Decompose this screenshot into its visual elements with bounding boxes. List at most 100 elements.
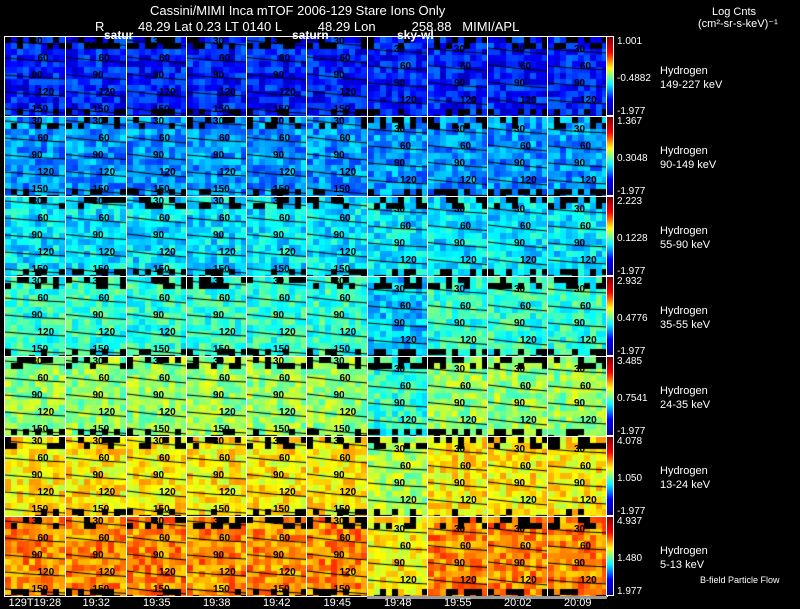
contour-label: 90 (394, 238, 406, 249)
contour-label: 30 (273, 516, 285, 527)
contour-label: 60 (279, 53, 291, 64)
energy-range-label: 90-149 keV (660, 159, 717, 171)
contour-label: 60 (98, 53, 110, 64)
contour-label: 30 (213, 356, 225, 367)
contour-label: 90 (333, 550, 345, 561)
heatmap-panel: 30 60 90 120 150 (186, 436, 247, 517)
heatmap-panel: 30 60 90 120 150 (4, 356, 66, 437)
contour-label: 60 (98, 533, 110, 544)
contour-label: 90 (213, 390, 225, 401)
contour-label: 90 (273, 550, 285, 561)
contour-label: 150 (273, 424, 290, 435)
contour-label: 30 (574, 524, 586, 535)
contour-label: 30 (31, 356, 43, 367)
contour-label: 60 (520, 541, 532, 552)
contour-label: 30 (394, 364, 406, 375)
contour-label: 120 (98, 407, 116, 418)
contour-label: 120 (460, 95, 477, 106)
contour-label: 30 (454, 204, 466, 215)
contour-label: 60 (339, 293, 351, 304)
colorbar-max-label: 3.485 (617, 356, 643, 367)
contour-label: 30 (273, 196, 285, 207)
contour-label: 30 (273, 436, 285, 447)
contour-label: 90 (574, 478, 586, 489)
contour-label: 90 (514, 318, 526, 329)
heatmap-panel: 30 60 90 120 (367, 116, 428, 197)
contour-label: 90 (92, 70, 104, 81)
contour-label: 150 (92, 264, 110, 275)
contour-label: 90 (213, 70, 225, 81)
contour-label: 60 (37, 453, 49, 464)
contour-label: 120 (279, 167, 296, 178)
heatmap-panel: 30 60 90 120 (427, 436, 488, 517)
heatmap-panel: 30 60 90 120 150 (246, 116, 307, 197)
contour-label: 30 (213, 116, 225, 127)
contour-label: 30 (92, 356, 104, 367)
heatmap-panel: 30 60 90 120 (547, 196, 608, 277)
contour-label: 90 (153, 310, 165, 321)
contour-label: 60 (219, 293, 231, 304)
contour-label: 150 (31, 344, 49, 355)
contour-label: 30 (514, 124, 526, 135)
contour-label: 120 (98, 167, 116, 178)
heatmap-panel: 30 60 90 120 150 (306, 276, 368, 357)
contour-label: 90 (273, 470, 285, 481)
contour-label: 30 (31, 116, 43, 127)
contour-label: 60 (460, 541, 472, 552)
contour-label: 30 (333, 276, 345, 287)
contour-label: 120 (279, 567, 296, 578)
contour-label: 30 (574, 284, 586, 295)
contour-label: 90 (31, 550, 43, 561)
contour-label: 120 (339, 327, 357, 338)
contour-label: 90 (273, 310, 285, 321)
time-tick-label: 19:45 (323, 597, 352, 609)
energy-range-label: 5-13 keV (660, 559, 705, 571)
contour-label: 60 (159, 213, 171, 224)
contour-label: 30 (273, 36, 285, 47)
contour-label: 90 (213, 150, 225, 161)
contour-label: 30 (153, 356, 165, 367)
contour-label: 60 (219, 133, 231, 144)
contour-label: 30 (333, 196, 345, 207)
colorbar (606, 356, 614, 436)
contour-label: 120 (460, 175, 477, 186)
contour-label: 60 (520, 141, 532, 152)
contour-label: 30 (514, 204, 526, 215)
contour-label: 120 (520, 575, 537, 586)
contour-label: 30 (333, 36, 345, 47)
contour-label: 30 (213, 436, 225, 447)
contour-label: 120 (159, 567, 176, 578)
contour-label: 120 (339, 407, 357, 418)
contour-label: 90 (92, 390, 104, 401)
contour-label: 60 (400, 141, 412, 152)
heatmap-panel: 30 60 90 120 (547, 36, 608, 117)
contour-label: 120 (520, 495, 537, 506)
heatmap-panel: 30 60 90 120 150 (4, 196, 66, 277)
heatmap-panel: 30 60 90 120 150 (186, 516, 247, 597)
heatmap-panel: 30 60 90 120 150 (186, 36, 247, 117)
colorbar (606, 436, 614, 516)
contour-label: 90 (394, 158, 406, 169)
heatmap-panel: 30 60 90 120 (487, 516, 548, 597)
contour-label: 60 (279, 293, 291, 304)
time-tick-label: 19:48 (384, 597, 412, 609)
heatmap-panel: 30 60 90 120 150 (246, 436, 307, 517)
contour-label: 60 (159, 373, 171, 384)
contour-label: 90 (153, 230, 165, 241)
contour-label: 90 (31, 390, 43, 401)
heatmap-panel: 30 60 90 120 150 (186, 196, 247, 277)
contour-label: 120 (580, 575, 597, 586)
contour-label: 30 (92, 276, 104, 287)
colorbar-max-label: 2.223 (617, 196, 643, 207)
heatmap-panel: 30 60 90 120 (487, 196, 548, 277)
heatmap-panel: 30 60 90 120 (427, 36, 488, 117)
contour-label: 120 (159, 487, 176, 498)
contour-label: 150 (213, 264, 230, 275)
contour-label: 60 (339, 53, 351, 64)
contour-label: 30 (394, 524, 406, 535)
contour-label: 60 (520, 61, 532, 72)
contour-label: 30 (333, 356, 345, 367)
contour-label: 150 (31, 104, 49, 115)
contour-label: 60 (98, 133, 110, 144)
contour-label: 120 (279, 407, 296, 418)
